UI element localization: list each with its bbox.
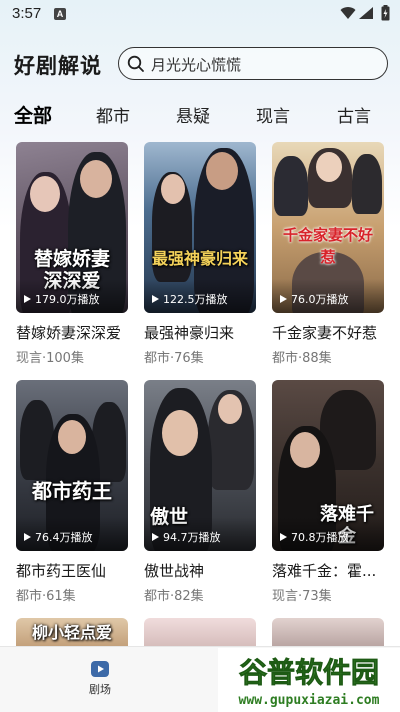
- play-icon: [24, 295, 31, 303]
- drama-meta: 现言·100集: [16, 351, 84, 366]
- nav-theater[interactable]: 剧场: [80, 659, 120, 697]
- play-icon: [152, 295, 159, 303]
- play-count: 179.0万播放: [24, 291, 100, 307]
- play-icon: [280, 295, 287, 303]
- play-count: 94.7万播放: [152, 529, 221, 545]
- play-count-text: 94.7万播放: [163, 531, 221, 544]
- poster-title: 最强神豪归来: [151, 249, 248, 268]
- drama-title: 最强神豪归来: [144, 324, 235, 342]
- wifi-icon: [340, 7, 356, 20]
- signal-icon: [359, 7, 373, 19]
- drama-poster[interactable]: 替嫁娇妻深深爱 179.0万播放: [16, 142, 128, 313]
- svg-text:谷普软件园: 谷普软件园: [239, 656, 379, 689]
- tab-modern-romance[interactable]: 现言: [256, 102, 290, 127]
- tab-urban[interactable]: 都市: [96, 102, 130, 127]
- play-icon: [24, 533, 31, 541]
- drama-title: 替嫁娇妻深深爱: [16, 324, 122, 342]
- play-count-text: 70.8万播放: [291, 531, 349, 544]
- poster-title: 千金家妻不好惹: [282, 226, 373, 266]
- app-title: 好剧解说: [14, 54, 102, 78]
- nav-theater-label: 剧场: [89, 683, 111, 696]
- play-count-text: 122.5万播放: [163, 293, 228, 306]
- header: 好剧解说 月光光心慌慌: [0, 44, 400, 84]
- notification-icon: A: [54, 8, 66, 20]
- drama-meta: 都市·88集: [272, 351, 332, 366]
- drama-title: 落难千金：霍...: [272, 562, 377, 580]
- play-icon: [280, 533, 287, 541]
- poster-title: 都市药王: [32, 479, 112, 503]
- tab-all[interactable]: 全部: [14, 101, 52, 128]
- search-icon: [127, 55, 144, 72]
- play-icon: [152, 533, 159, 541]
- drama-title: 都市药王医仙: [16, 562, 107, 580]
- svg-text:www.gupuxiazai.com: www.gupuxiazai.com: [239, 693, 380, 708]
- play-count: 76.4万播放: [24, 529, 93, 545]
- play-count: 122.5万播放: [152, 291, 228, 307]
- drama-title: 千金家妻不好惹: [272, 324, 378, 342]
- battery-icon: [381, 5, 390, 21]
- play-count-text: 179.0万播放: [35, 293, 100, 306]
- status-time: 3:57: [12, 5, 42, 22]
- drama-meta: 现言·73集: [272, 589, 332, 604]
- search-query: 月光光心慌慌: [151, 56, 242, 74]
- play-count: 76.0万播放: [280, 291, 349, 307]
- drama-poster[interactable]: 都市药王 76.4万播放: [16, 380, 128, 551]
- search-input[interactable]: 月光光心慌慌: [118, 47, 388, 80]
- status-bar: 3:57 A: [0, 0, 400, 28]
- drama-title: 傲世战神: [144, 562, 205, 580]
- play-count-text: 76.4万播放: [35, 531, 93, 544]
- watermark-logo: 谷普软件园 www.gupuxiazai.com: [218, 648, 400, 712]
- tab-suspense[interactable]: 悬疑: [176, 102, 210, 127]
- drama-poster[interactable]: 千金家妻不好惹 76.0万播放: [272, 142, 384, 313]
- drama-meta: 都市·76集: [144, 351, 204, 366]
- poster-title: 柳小轻点爱: [31, 623, 112, 642]
- drama-meta: 都市·82集: [144, 589, 204, 604]
- drama-poster[interactable]: 最强神豪归来 122.5万播放: [144, 142, 256, 313]
- drama-poster[interactable]: 落难千金 70.8万播放: [272, 380, 384, 551]
- theater-icon: [91, 661, 109, 677]
- play-count: 70.8万播放: [280, 529, 349, 545]
- category-tabs: 全部 都市 悬疑 现言 古言: [0, 102, 400, 132]
- drama-poster[interactable]: 傲世 94.7万播放: [144, 380, 256, 551]
- play-count-text: 76.0万播放: [291, 293, 349, 306]
- tab-ancient-romance[interactable]: 古言: [337, 102, 371, 127]
- drama-meta: 都市·61集: [16, 589, 76, 604]
